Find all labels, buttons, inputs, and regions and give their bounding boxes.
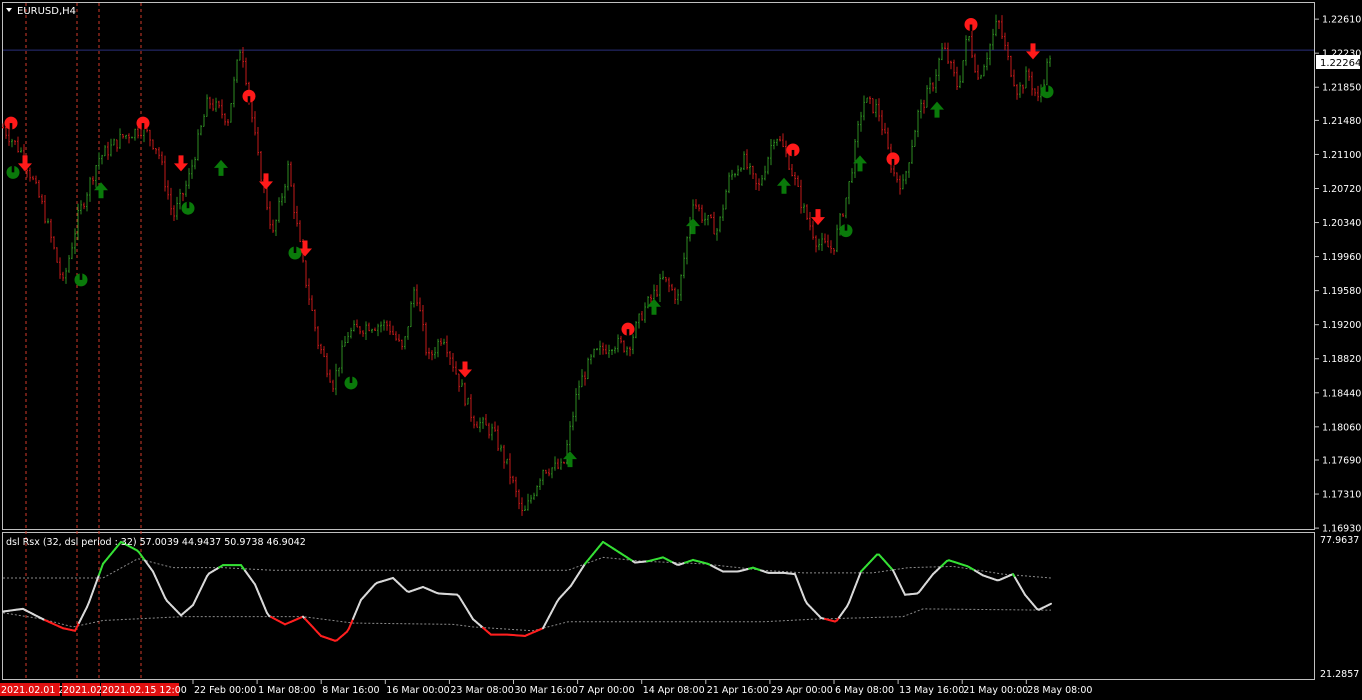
y-tick-label: 1.21480 (1322, 116, 1361, 127)
y-tick-label: 1.19960 (1322, 252, 1361, 263)
x-tick-label: 13 May 16:00 (899, 685, 964, 696)
x-tick-label: 29 Apr 00:00 (771, 685, 833, 696)
arrow-up-icon (647, 298, 661, 315)
main-chart-frame (2, 2, 1315, 530)
x-tick-label: 22 Feb 00:00 (194, 685, 256, 696)
symbol-title[interactable]: EURUSD,H4 (6, 6, 76, 17)
arrow-up-icon (214, 159, 228, 176)
signal-markers (4, 18, 1054, 468)
rsx-lines (2, 540, 1052, 642)
exit-circle-mark (247, 96, 251, 103)
y-tick-label: 1.20720 (1322, 184, 1361, 195)
exit-circle-mark (891, 158, 895, 166)
x-tick-label: 8 Mar 16:00 (322, 685, 379, 696)
time-axis: 22 Feb 00:00 1 Mar 08:00 8 Mar 16:00 16 Mar… (0, 680, 1092, 696)
exit-circle-mark (9, 123, 13, 130)
exit-circle-mark (11, 165, 15, 173)
dsl_upper-line (3, 556, 1052, 579)
x-tick-label: 30 Mar 16:00 (515, 685, 578, 696)
indicator-frame (2, 532, 1315, 680)
arrow-down-icon (1026, 43, 1040, 60)
price-axis: 1.226101.222301.218501.214801.211001.207… (1315, 15, 1361, 535)
y-tick-label: 1.18820 (1322, 354, 1361, 365)
mt4-chart-window[interactable]: 1.226101.222301.218501.214801.211001.207… (0, 0, 1362, 700)
y-tick-label: 1.18440 (1322, 388, 1361, 399)
x-tick-label: 6 May 08:00 (835, 685, 894, 696)
exit-circle-mark (969, 24, 973, 32)
exit-circle-mark (186, 201, 190, 209)
indicator-axis-max: 77.9637 (1320, 535, 1359, 546)
y-tick-label: 1.21850 (1322, 83, 1361, 94)
x-tick-label: 28 May 08:00 (1027, 685, 1092, 696)
x-tick-label: 16 Mar 00:00 (386, 685, 449, 696)
arrow-up-icon (563, 451, 577, 468)
dsl_lower-line (2, 608, 1052, 632)
y-tick-label: 1.22610 (1322, 15, 1361, 26)
arrow-down-icon (458, 361, 472, 378)
y-tick-label: 1.19200 (1322, 320, 1361, 331)
y-tick-label: 1.16930 (1322, 524, 1361, 535)
arrow-up-icon (930, 101, 944, 118)
x-tick-label: 7 Apr 00:00 (579, 685, 635, 696)
time-tag-label: 2021.02 (63, 685, 102, 696)
time-tag-label: 2021.02.15 12:00 (102, 685, 187, 696)
exit-circle-mark (791, 149, 795, 157)
exit-circle-mark (349, 376, 353, 383)
arrow-down-icon (174, 155, 188, 172)
y-tick-label: 1.21100 (1322, 150, 1361, 161)
symbol-label: EURUSD,H4 (17, 6, 76, 17)
x-tick-label: 14 Apr 08:00 (643, 685, 705, 696)
exit-circle-mark (141, 123, 145, 130)
exit-circle-mark (1045, 85, 1049, 92)
indicator-axis-min: 21.2857 (1320, 669, 1359, 680)
current-price-value: 1.22264 (1320, 58, 1361, 69)
y-tick-label: 1.19580 (1322, 286, 1361, 297)
indicator-label: dsl Rsx (32, dsl period : 32) 57.0039 44… (6, 537, 306, 548)
exit-circle-mark (626, 329, 630, 336)
current-price-tag: 1.22264 (1316, 55, 1361, 69)
x-tick-label: 23 Mar 08:00 (450, 685, 513, 696)
x-tick-label: 1 Mar 08:00 (258, 685, 315, 696)
arrow-up-icon (686, 218, 700, 235)
y-tick-label: 1.17310 (1322, 490, 1361, 501)
arrow-up-icon (777, 177, 791, 194)
y-tick-label: 1.20340 (1322, 218, 1361, 229)
rsx-segment (1048, 602, 1052, 606)
y-tick-label: 1.18060 (1322, 422, 1361, 433)
exit-circle-mark (79, 273, 83, 280)
exit-circle-mark (844, 224, 848, 231)
menu-triangle-icon[interactable] (6, 8, 12, 12)
exit-circle-mark (293, 246, 297, 254)
x-tick-label: 21 Apr 16:00 (707, 685, 769, 696)
y-tick-label: 1.17690 (1322, 456, 1361, 467)
price-bars (2, 14, 1051, 516)
x-tick-label: 21 May 00:00 (963, 685, 1028, 696)
